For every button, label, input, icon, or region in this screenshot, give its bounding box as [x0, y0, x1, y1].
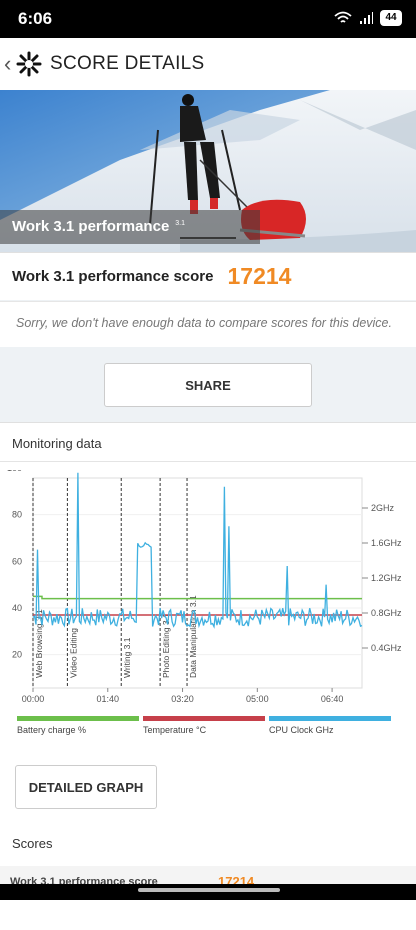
- page-title: SCORE DETAILS: [50, 53, 205, 74]
- status-icons: 44: [334, 10, 402, 26]
- legend-cpu-swatch: [269, 716, 391, 721]
- battery-icon: 44: [380, 10, 402, 26]
- y-left-tick-label: 100: [7, 470, 22, 473]
- hero-caption-text: Work 3.1 performance: [12, 218, 170, 235]
- hero-caption-sup: 3.1: [175, 220, 186, 227]
- detailed-graph-button[interactable]: DETAILED GRAPH: [15, 765, 157, 809]
- signal-icon: [360, 12, 373, 24]
- scores-list-row[interactable]: Work 3.1 performance score 17214: [0, 866, 416, 889]
- snowflake-icon: [16, 51, 42, 77]
- y-right-tick-label: 1.2GHz: [371, 573, 402, 583]
- monitoring-heading: Monitoring data: [12, 436, 102, 451]
- x-tick-label: 06:40: [321, 694, 344, 704]
- x-tick-label: 05:00: [246, 694, 269, 704]
- comparison-notice: Sorry, we don't have enough data to comp…: [0, 301, 416, 347]
- section-label: Photo Editing 3.1: [161, 613, 171, 678]
- y-left-tick-label: 40: [12, 603, 22, 613]
- x-tick-label: 00:00: [22, 694, 45, 704]
- legend-temperature-swatch: [143, 716, 265, 721]
- y-right-tick-label: 2GHz: [371, 503, 395, 513]
- y-right-tick-label: 1.6GHz: [371, 538, 402, 548]
- x-tick-label: 03:20: [171, 694, 194, 704]
- home-indicator[interactable]: [138, 888, 280, 892]
- score-row: Work 3.1 performance score 17214: [0, 252, 416, 300]
- legend-battery-label: Battery charge %: [17, 725, 87, 735]
- score-name: Work 3.1 performance score: [12, 268, 214, 285]
- y-right-tick-label: 0.4GHz: [371, 643, 402, 653]
- scores-heading: Scores: [12, 836, 53, 851]
- score-value: 17214: [227, 263, 292, 289]
- y-left-tick-label: 60: [12, 556, 22, 566]
- x-tick-label: 01:40: [97, 694, 120, 704]
- legend-battery: Battery charge %: [17, 716, 139, 735]
- wifi-icon: [334, 11, 352, 23]
- legend-temperature-label: Temperature °C: [143, 725, 207, 735]
- app-bar: ‹ SCORE DETAILS: [0, 38, 416, 90]
- gesture-bar: [0, 884, 416, 900]
- legend-battery-swatch: [17, 716, 139, 721]
- section-label: Data Manipulation 3.1: [188, 595, 198, 678]
- y-left-tick-label: 80: [12, 510, 22, 520]
- hero-image: Work 3.1 performance 3.1: [0, 90, 416, 252]
- monitoring-chart: 20 40 60 80 100 0.4GHz 0.8GHz 1.2GHz 1.6GHz 2GHz 0…: [7, 470, 402, 704]
- legend-cpu-label: CPU Clock GHz: [269, 725, 334, 735]
- status-time: 6:06: [18, 9, 53, 28]
- divider: [0, 461, 416, 462]
- y-left-tick-label: 20: [12, 650, 22, 660]
- share-button[interactable]: SHARE: [104, 363, 312, 407]
- status-bar: 6:06 44: [0, 0, 416, 38]
- section-label: Writing 3.1: [122, 637, 132, 678]
- legend-temperature: Temperature °C: [143, 716, 265, 735]
- legend-cpu: CPU Clock GHz: [269, 716, 391, 735]
- section-label: Video Editing: [68, 628, 78, 678]
- y-right-tick-label: 0.8GHz: [371, 608, 402, 618]
- back-chevron-icon[interactable]: ‹: [4, 51, 14, 77]
- hero-caption: Work 3.1 performance 3.1: [0, 210, 260, 244]
